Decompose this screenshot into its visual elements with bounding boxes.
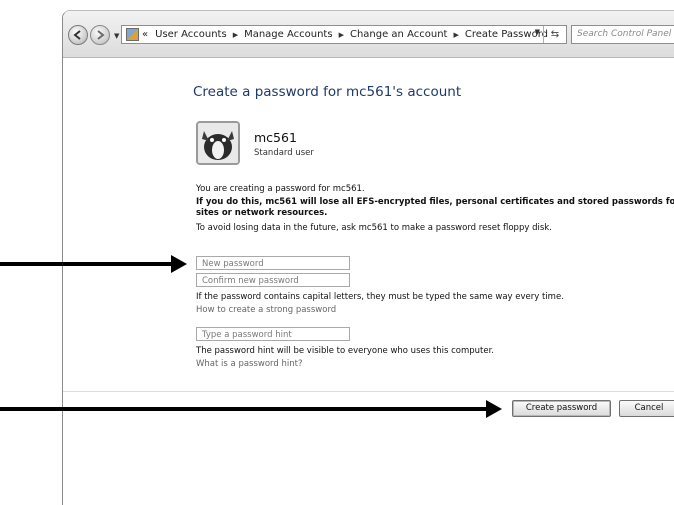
annotation-arrow-new-password: [0, 255, 187, 273]
warning-text-line-2: sites or network resources.: [196, 208, 328, 218]
case-sensitivity-note: If the password contains capital letters…: [196, 292, 564, 302]
breadcrumb-separator-icon[interactable]: ▶: [450, 31, 461, 39]
breadcrumb-user-accounts[interactable]: User Accounts: [152, 29, 230, 40]
footer-divider: [63, 391, 674, 392]
search-input[interactable]: Search Control Panel: [571, 25, 674, 44]
navigation-toolbar: ▼ « User Accounts ▶ Manage Accounts ▶ Ch…: [63, 11, 674, 58]
control-panel-icon: [126, 28, 139, 41]
forward-arrow-icon: [97, 30, 105, 40]
user-account-type: Standard user: [254, 148, 314, 158]
main-content: Create a password for mc561's account mc…: [63, 58, 674, 505]
breadcrumb-separator-icon[interactable]: ▶: [230, 31, 241, 39]
page-title: Create a password for mc561's account: [193, 84, 462, 100]
hint-visibility-note: The password hint will be visible to eve…: [196, 346, 494, 356]
recent-pages-dropdown-icon[interactable]: ▼: [114, 32, 119, 40]
address-dropdown-icon[interactable]: ▼: [535, 28, 540, 36]
cancel-button[interactable]: Cancel: [619, 400, 674, 417]
warning-text-line-1: If you do this, mc561 will lose all EFS-…: [196, 197, 674, 207]
new-password-field[interactable]: [196, 256, 350, 270]
user-picture-icon: [198, 123, 238, 163]
forward-button[interactable]: [90, 25, 110, 45]
create-password-button[interactable]: Create password: [512, 400, 611, 417]
breadcrumb-change-account[interactable]: Change an Account: [347, 29, 451, 40]
confirm-password-field[interactable]: [196, 273, 350, 287]
password-hint-field[interactable]: [196, 327, 350, 341]
password-hint-help-link[interactable]: What is a password hint?: [196, 359, 302, 369]
breadcrumb-overflow[interactable]: «: [142, 29, 148, 40]
info-text: You are creating a password for mc561.: [196, 184, 365, 194]
annotation-arrow-create-button: [0, 400, 502, 418]
control-panel-window: ▼ « User Accounts ▶ Manage Accounts ▶ Ch…: [62, 10, 674, 505]
user-avatar: [196, 121, 240, 165]
breadcrumb-separator-icon[interactable]: ▶: [336, 31, 347, 39]
back-button[interactable]: [68, 25, 88, 45]
user-name: mc561: [254, 130, 297, 145]
refresh-icon[interactable]: ⇆: [543, 26, 566, 43]
advice-text: To avoid losing data in the future, ask …: [196, 223, 552, 233]
address-bar[interactable]: « User Accounts ▶ Manage Accounts ▶ Chan…: [121, 25, 567, 44]
back-arrow-icon: [73, 30, 81, 40]
strong-password-link[interactable]: How to create a strong password: [196, 305, 336, 315]
breadcrumb-manage-accounts[interactable]: Manage Accounts: [241, 29, 336, 40]
